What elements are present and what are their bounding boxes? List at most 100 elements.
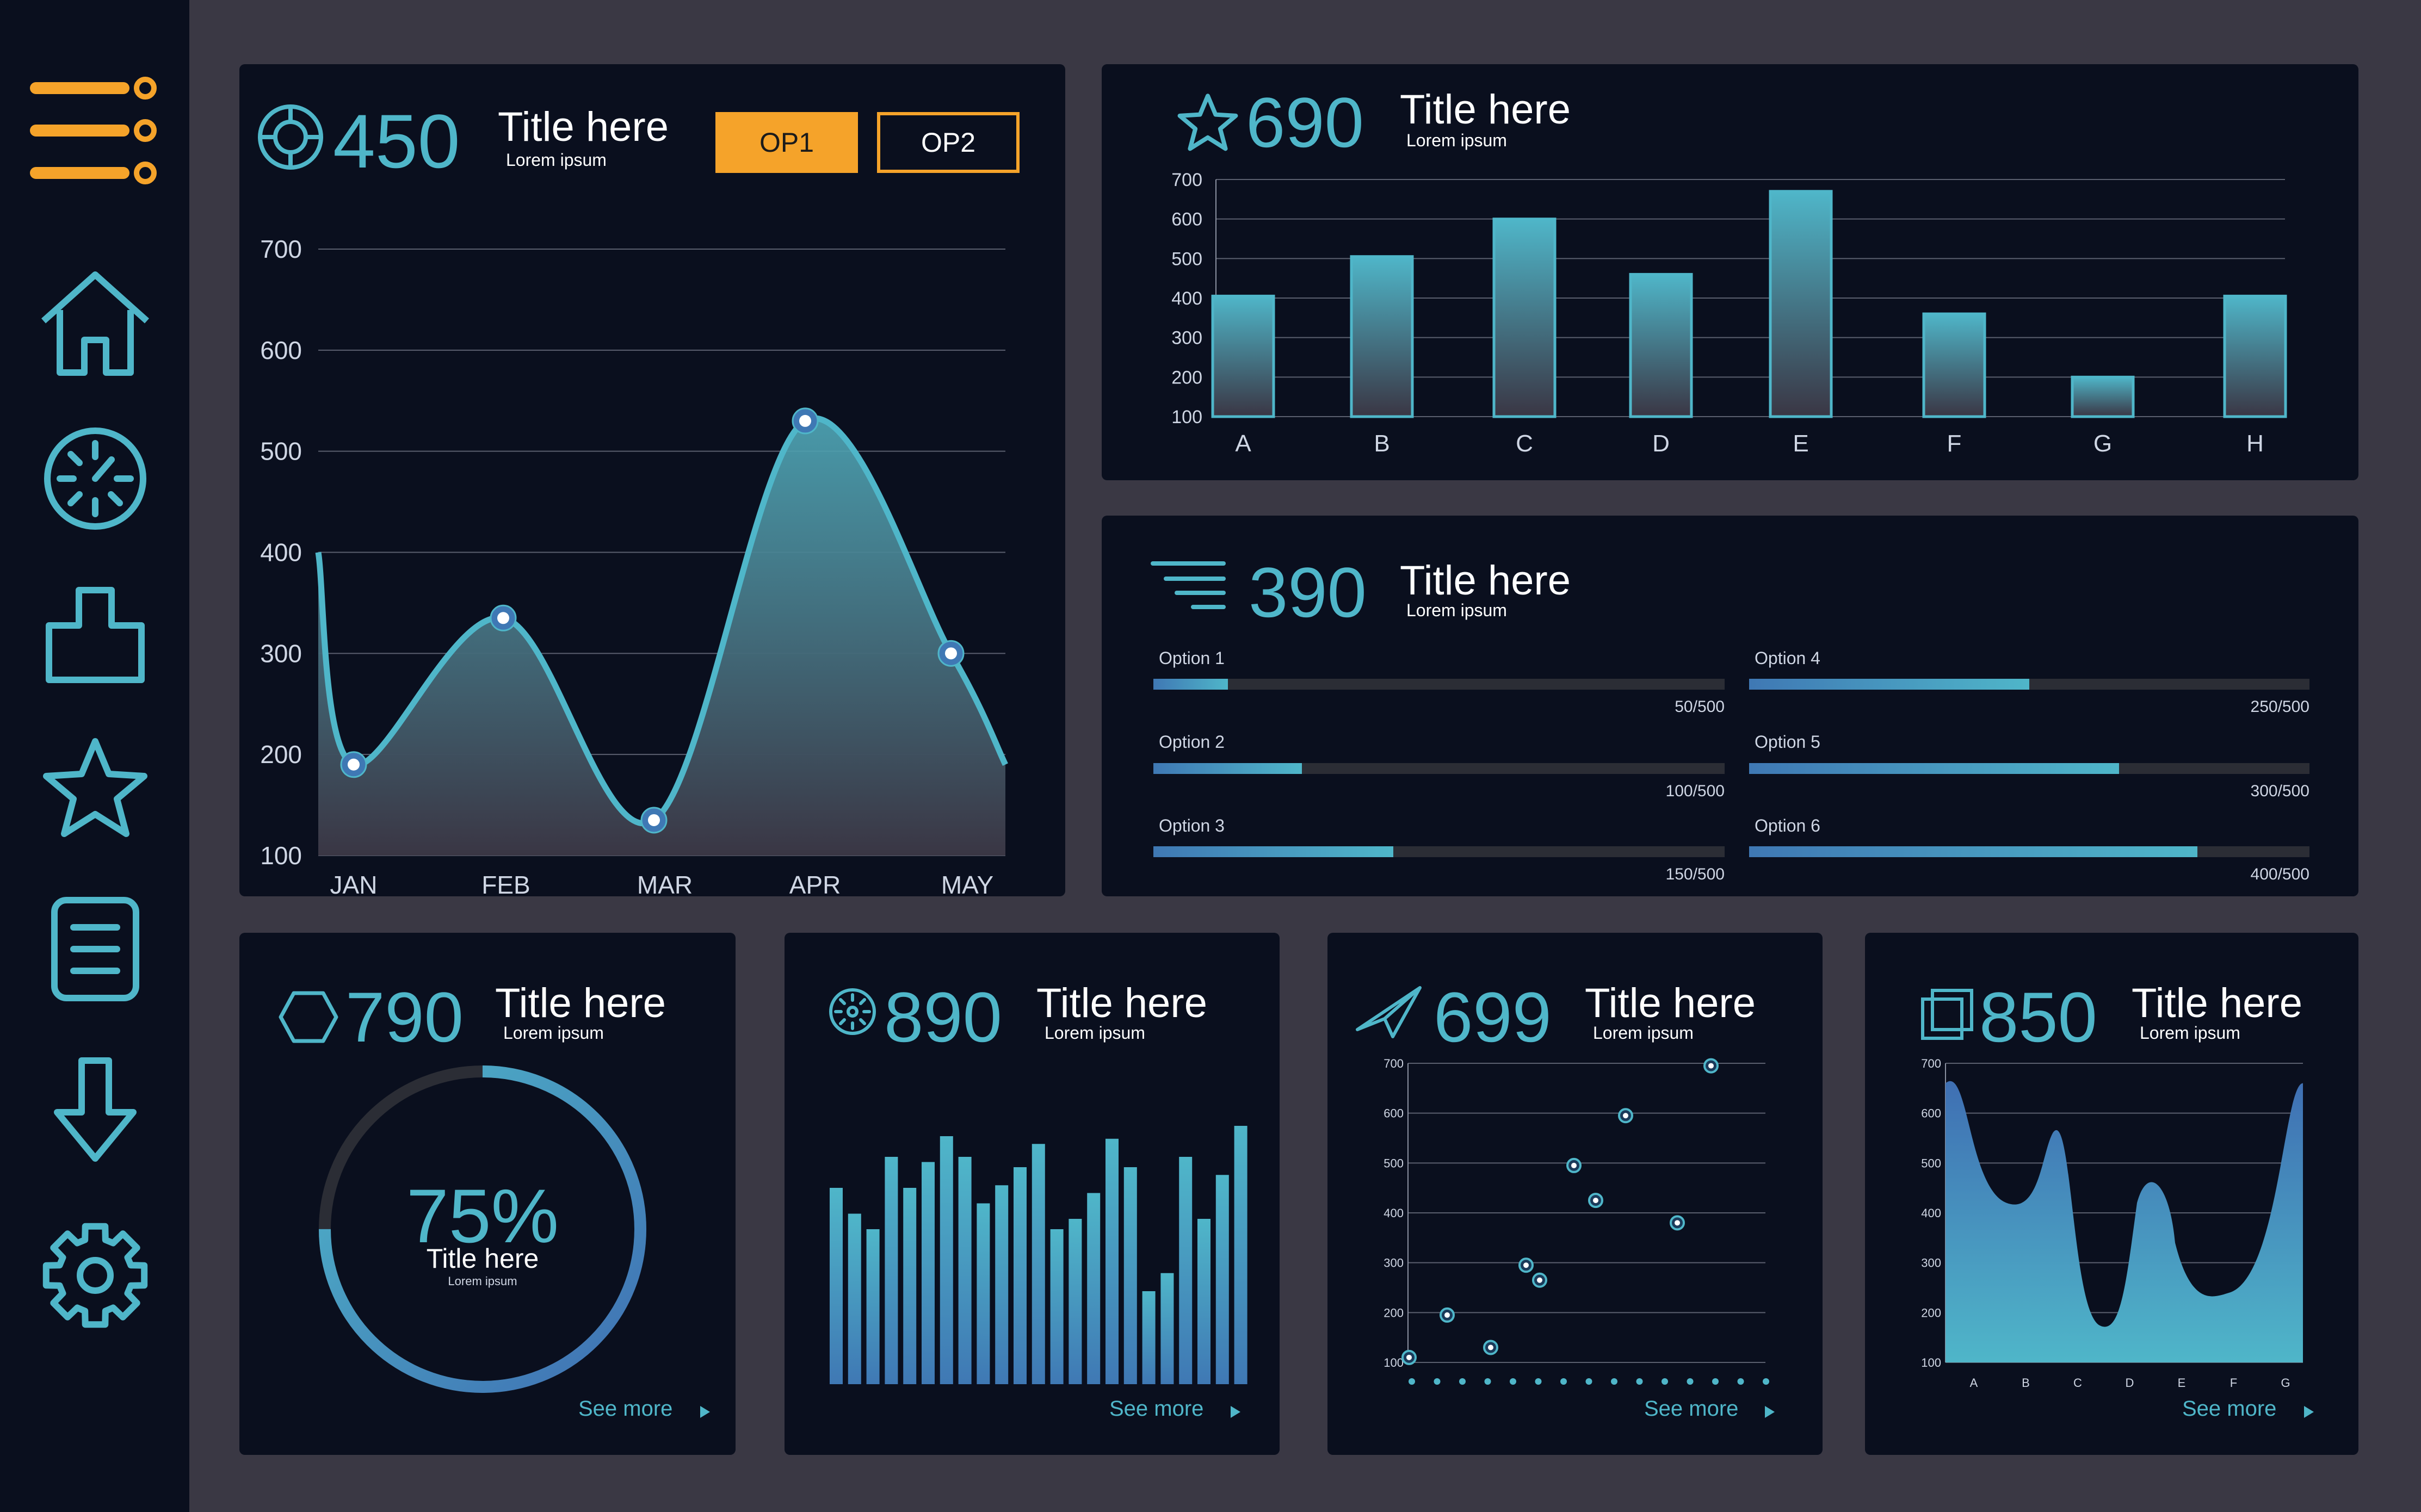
bar: [958, 1157, 972, 1384]
line-chart: 100 200 300 400 500 600 700 JAN FEB MAR APR MAY: [260, 235, 1008, 896]
data-point-center: [1708, 1063, 1714, 1069]
x-tick-label: B: [2022, 1376, 2030, 1390]
x-axis-dot: [1484, 1378, 1491, 1385]
see-more-link[interactable]: See more: [1644, 1397, 1738, 1421]
x-tick-label: D: [1652, 430, 1670, 457]
x-axis-dot: [1737, 1378, 1744, 1385]
y-tick-label: 600: [260, 336, 302, 364]
y-tick-label: 700: [1384, 1057, 1404, 1070]
bar: [885, 1157, 898, 1384]
see-more-link[interactable]: See more: [2182, 1397, 2276, 1421]
x-tick-label: C: [2073, 1376, 2082, 1390]
y-tick-label: 200: [1921, 1306, 1941, 1319]
y-tick-label: 200: [1384, 1306, 1404, 1319]
data-point-center: [1675, 1220, 1680, 1226]
area-panel: 850 Title here Lorem ipsum 100 200 300 400 5…: [1865, 933, 2358, 1455]
x-tick-label: A: [1970, 1376, 1978, 1390]
y-tick-label: 600: [1921, 1107, 1941, 1120]
y-tick-label: 400: [260, 538, 302, 567]
data-point-center: [1444, 1312, 1450, 1318]
data-point-center: [1593, 1198, 1598, 1204]
bar: [1050, 1229, 1064, 1384]
see-more-link[interactable]: See more: [1109, 1397, 1203, 1421]
x-axis-dot: [1585, 1378, 1592, 1385]
spark-bars-panel: 890 Title here Lorem ipsum See more: [785, 933, 1280, 1455]
x-axis-dot: [1560, 1378, 1567, 1385]
x-tick-label: B: [1374, 430, 1389, 457]
bar: [1142, 1291, 1156, 1384]
play-arrow-icon[interactable]: [2303, 1405, 2315, 1419]
x-axis-dot: [1611, 1378, 1617, 1385]
x-axis-dot: [1434, 1378, 1441, 1385]
bar: [830, 1188, 843, 1384]
y-tick-label: 400: [1921, 1206, 1941, 1220]
bar: [866, 1229, 880, 1384]
progress-label: Option 6: [1755, 816, 1820, 835]
x-axis-dot: [1636, 1378, 1643, 1385]
star-icon[interactable]: [38, 732, 152, 846]
data-point-center: [1623, 1113, 1628, 1119]
progress-track: [1153, 846, 1725, 857]
data-point-center: [799, 414, 811, 427]
progress-label: Option 2: [1159, 732, 1225, 752]
progress-label: Option 1: [1159, 648, 1225, 668]
x-tick-label: APR: [789, 871, 841, 896]
progress-fill: [1749, 763, 2119, 774]
progress-value: 300/500: [2250, 782, 2309, 800]
x-tick-label: E: [1793, 430, 1808, 457]
bar: [1629, 272, 1693, 418]
x-axis-dot: [1459, 1378, 1466, 1385]
y-tick-label: 200: [260, 740, 302, 769]
bar: [1197, 1219, 1210, 1384]
x-tick-label: MAR: [637, 871, 693, 896]
progress-value: 150/500: [1665, 865, 1725, 883]
data-point-center: [497, 612, 509, 624]
x-tick-label: H: [2246, 430, 2264, 457]
download-arrow-icon[interactable]: [38, 1052, 152, 1167]
bar: [1014, 1167, 1027, 1384]
puzzle-icon[interactable]: [38, 577, 152, 691]
y-tick-label: 700: [1171, 170, 1202, 190]
gear-icon[interactable]: [38, 1218, 152, 1333]
data-point-center: [348, 758, 360, 771]
bar: [1179, 1157, 1193, 1384]
data-point-center: [1488, 1344, 1493, 1350]
bar: [1234, 1126, 1247, 1384]
donut-subtitle: Lorem ipsum: [448, 1274, 517, 1288]
play-arrow-icon[interactable]: [1764, 1405, 1776, 1419]
progress-track: [1153, 679, 1725, 690]
hamburger-menu-icon[interactable]: [30, 73, 163, 188]
home-icon[interactable]: [38, 267, 152, 381]
y-tick-label: 600: [1384, 1107, 1404, 1120]
area-chart: 100 200 300 400 500 600 700 A B C D E F G: [1921, 1057, 2303, 1390]
donut-panel: 790 Title here Lorem ipsum 75% Title her…: [239, 933, 736, 1455]
x-tick-label: C: [1516, 430, 1533, 457]
area-fill: [1946, 1081, 2303, 1362]
x-axis-dot: [1510, 1378, 1516, 1385]
y-tick-label: 100: [260, 841, 302, 870]
bar: [1087, 1193, 1101, 1384]
spark-bar-chart: [830, 1126, 1247, 1384]
bar: [1211, 294, 1275, 418]
area-fill: [318, 418, 1005, 856]
document-icon[interactable]: [38, 892, 152, 1006]
lines-icon: [1151, 561, 1226, 609]
y-tick-label: 700: [260, 235, 302, 263]
see-more-link[interactable]: See more: [578, 1397, 672, 1421]
x-tick-label: FEB: [481, 871, 530, 896]
x-tick-label: F: [2230, 1376, 2237, 1390]
progress-track: [1749, 846, 2309, 857]
bar: [1769, 190, 1833, 418]
x-tick-label: MAY: [941, 871, 993, 896]
play-arrow-icon[interactable]: [1230, 1405, 1242, 1419]
x-axis-dot: [1763, 1378, 1769, 1385]
x-axis-dot: [1687, 1378, 1694, 1385]
x-axis-dot: [1535, 1378, 1542, 1385]
speedometer-icon[interactable]: [38, 422, 152, 536]
play-arrow-icon[interactable]: [699, 1405, 711, 1419]
progress-label: Option 3: [1159, 816, 1225, 835]
scatter-panel: 699 Title here Lorem ipsum 100 200 300 400 5…: [1327, 933, 1823, 1455]
y-tick-label: 100: [1171, 407, 1202, 427]
progress-value: 100/500: [1665, 782, 1725, 800]
scatter-chart: 100 200 300 400 500 600 700: [1384, 1057, 1769, 1385]
